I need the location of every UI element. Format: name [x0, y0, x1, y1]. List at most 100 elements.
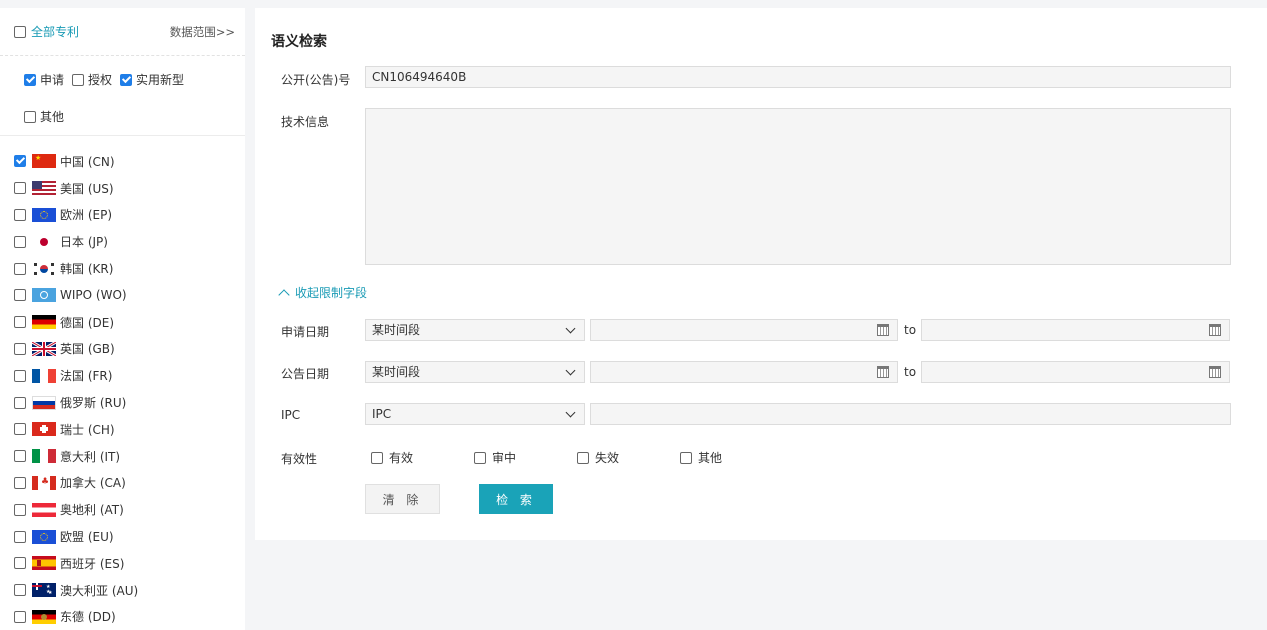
country-checkbox[interactable] — [14, 289, 26, 302]
ca-flag-icon: ♣ — [32, 475, 56, 490]
country-checkbox[interactable] — [14, 610, 26, 623]
country-item-fr[interactable]: 法国 (FR) — [0, 362, 245, 389]
type-checkbox[interactable] — [24, 73, 36, 86]
country-item-gb[interactable]: 英国 (GB) — [0, 336, 245, 363]
calendar-icon[interactable] — [877, 324, 889, 336]
wo-flag-icon — [32, 288, 56, 303]
type-option-other[interactable]: 其他 — [24, 108, 64, 125]
app-date-end-input[interactable] — [921, 319, 1230, 341]
chevron-down-icon — [565, 365, 576, 376]
collapse-fields-toggle[interactable]: 收起限制字段 — [278, 284, 367, 301]
validity-option-valid[interactable]: 有效 — [371, 449, 413, 466]
country-checkbox[interactable] — [14, 208, 26, 221]
fr-flag-icon — [32, 368, 56, 383]
validity-label: 有效性 — [281, 452, 318, 466]
pub-date-to-label: to — [904, 365, 917, 379]
pub-date-label: 公告日期 — [281, 367, 330, 381]
ru-flag-icon — [32, 395, 56, 410]
calendar-icon[interactable] — [1209, 324, 1221, 336]
calendar-icon[interactable] — [1209, 366, 1221, 378]
country-label: 英国 (GB) — [60, 342, 115, 357]
validity-checkbox[interactable] — [474, 451, 486, 464]
au-flag-icon: ★ ★ ★ — [32, 583, 56, 598]
country-checkbox[interactable] — [14, 423, 26, 436]
country-label: 德国 (DE) — [60, 315, 115, 330]
ipc-select-value: IPC — [372, 407, 392, 421]
country-item-ep[interactable]: 欧洲 (EP) — [0, 202, 245, 229]
type-option-application[interactable]: 申请 — [24, 71, 64, 88]
validity-option-pending[interactable]: 审中 — [474, 449, 516, 466]
country-checkbox[interactable] — [14, 369, 26, 382]
pub-date-mode-value: 某时间段 — [372, 365, 421, 379]
type-checkbox[interactable] — [24, 110, 36, 123]
country-checkbox[interactable] — [14, 476, 26, 489]
validity-checkbox[interactable] — [577, 451, 589, 464]
country-label: 俄罗斯 (RU) — [60, 396, 127, 411]
data-range-link[interactable]: 数据范围>> — [170, 24, 235, 40]
country-item-ch[interactable]: 瑞士 (CH) — [0, 416, 245, 443]
country-item-ca[interactable]: ♣ 加拿大 (CA) — [0, 470, 245, 497]
country-checkbox[interactable] — [14, 584, 26, 597]
country-item-au[interactable]: ★ ★ ★ 澳大利亚 (AU) — [0, 577, 245, 604]
validity-checkbox[interactable] — [371, 451, 383, 464]
type-label: 实用新型 — [136, 73, 185, 87]
country-checkbox[interactable] — [14, 182, 26, 195]
country-checkbox[interactable] — [14, 530, 26, 543]
type-label: 其他 — [40, 110, 65, 124]
clear-button[interactable]: 清 除 — [365, 484, 440, 514]
type-checkbox[interactable] — [120, 73, 133, 86]
sidebar-header: 全部专利 数据范围>> — [0, 8, 245, 56]
validity-option-other[interactable]: 其他 — [680, 449, 722, 466]
pub-date-end-input[interactable] — [921, 361, 1230, 383]
country-item-wo[interactable]: WIPO (WO) — [0, 282, 245, 309]
country-checkbox[interactable] — [14, 155, 26, 168]
pub-date-mode-select[interactable]: 某时间段 — [365, 361, 585, 383]
country-checkbox[interactable] — [14, 262, 26, 275]
page-title: 语义检索 — [271, 34, 327, 50]
validity-option-label: 有效 — [389, 451, 414, 465]
country-label: 澳大利亚 (AU) — [60, 583, 139, 598]
type-checkbox[interactable] — [72, 73, 85, 86]
country-item-it[interactable]: 意大利 (IT) — [0, 443, 245, 470]
jp-flag-icon — [32, 234, 56, 249]
country-checkbox[interactable] — [14, 396, 26, 409]
country-checkbox[interactable] — [14, 557, 26, 570]
dd-flag-icon — [32, 609, 56, 624]
pub-number-input[interactable]: CN106494640B — [365, 66, 1231, 88]
calendar-icon[interactable] — [877, 366, 889, 378]
type-option-utility-model[interactable]: 实用新型 — [120, 71, 184, 88]
pub-date-start-input[interactable] — [590, 361, 898, 383]
pub-number-label: 公开(公告)号 — [281, 73, 351, 87]
country-checkbox[interactable] — [14, 235, 26, 248]
country-item-dd[interactable]: 东德 (DD) — [0, 604, 245, 630]
ipc-input[interactable] — [590, 403, 1231, 425]
country-item-es[interactable]: 西班牙 (ES) — [0, 550, 245, 577]
country-checkbox[interactable] — [14, 342, 26, 355]
country-item-eu[interactable]: 欧盟 (EU) — [0, 523, 245, 550]
tech-info-label: 技术信息 — [281, 115, 330, 129]
app-date-start-input[interactable] — [590, 319, 898, 341]
country-checkbox[interactable] — [14, 316, 26, 329]
validity-checkbox[interactable] — [680, 451, 692, 464]
all-patents-label[interactable]: 全部专利 — [31, 23, 79, 40]
all-patents-checkbox[interactable] — [14, 25, 26, 38]
app-date-mode-select[interactable]: 某时间段 — [365, 319, 585, 341]
search-button[interactable]: 检 索 — [479, 484, 553, 514]
country-item-de[interactable]: 德国 (DE) — [0, 309, 245, 336]
semantic-search-panel: 语义检索 公开(公告)号 CN106494640B 技术信息 收起限制字段 申请… — [255, 8, 1267, 540]
country-item-ru[interactable]: 俄罗斯 (RU) — [0, 389, 245, 416]
de-flag-icon — [32, 315, 56, 330]
country-checkbox[interactable] — [14, 503, 26, 516]
ipc-select[interactable]: IPC — [365, 403, 585, 425]
tech-info-textarea[interactable] — [365, 108, 1231, 265]
country-item-cn[interactable]: ★ 中国 (CN) — [0, 148, 245, 175]
type-option-grant[interactable]: 授权 — [72, 71, 112, 88]
country-item-at[interactable]: 奥地利 (AT) — [0, 496, 245, 523]
country-list: ★ 中国 (CN) 美国 (US) 欧洲 (EP) 日本 (JP) 韩国 (KR… — [0, 136, 245, 630]
country-item-kr[interactable]: 韩国 (KR) — [0, 255, 245, 282]
country-item-jp[interactable]: 日本 (JP) — [0, 228, 245, 255]
country-checkbox[interactable] — [14, 450, 26, 463]
validity-option-invalid[interactable]: 失效 — [577, 449, 619, 466]
country-item-us[interactable]: 美国 (US) — [0, 175, 245, 202]
all-patents-option[interactable]: 全部专利 — [14, 23, 79, 40]
